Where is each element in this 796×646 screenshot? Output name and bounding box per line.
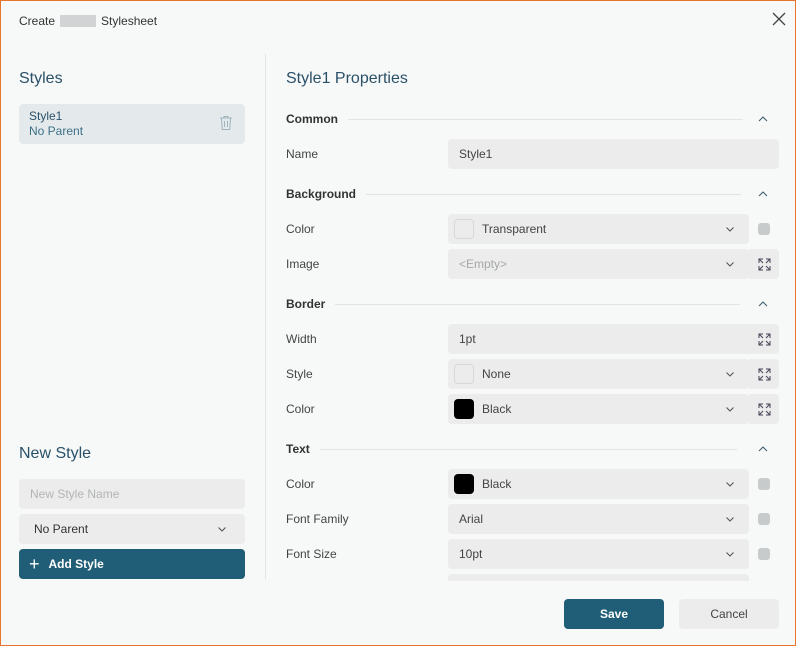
group-background-title: Background [286, 187, 357, 201]
expression-button[interactable] [749, 394, 779, 424]
text-color-value: Black [482, 477, 512, 491]
close-button[interactable] [770, 10, 788, 28]
chevron-down-icon [726, 372, 734, 377]
parent-style-select[interactable]: No Parent [19, 514, 245, 544]
reset-toggle[interactable] [758, 513, 770, 525]
font-size-label: Font Size [286, 547, 337, 561]
close-icon [772, 12, 786, 26]
background-image-value: <Empty> [459, 257, 508, 271]
name-value: Style1 [459, 147, 493, 161]
dialog-title-suffix: Stylesheet [101, 14, 158, 28]
style-item-name: Style1 [29, 109, 63, 123]
new-style-heading: New Style [19, 445, 92, 462]
save-button[interactable]: Save [564, 599, 664, 629]
group-border-title: Border [286, 297, 326, 311]
add-style-label: Add Style [48, 557, 104, 571]
border-color-value: Black [482, 402, 512, 416]
group-text-title: Text [286, 442, 310, 456]
group-divider [366, 193, 742, 195]
group-text-header: Text [286, 439, 779, 459]
chevron-down-icon [726, 262, 734, 267]
background-image-label: Image [286, 257, 320, 271]
font-size-value: 10pt [459, 547, 483, 561]
name-input[interactable]: Style1 [448, 139, 779, 169]
chevron-down-icon [726, 227, 734, 232]
group-divider [335, 303, 741, 305]
add-style-button[interactable]: + Add Style [19, 549, 245, 579]
border-color-label: Color [286, 402, 315, 416]
font-family-label: Font Family [286, 512, 349, 526]
reset-toggle[interactable] [758, 478, 770, 490]
plus-icon: + [29, 554, 40, 574]
chevron-down-icon [726, 482, 734, 487]
chevron-up-icon[interactable] [756, 442, 770, 456]
properties-panel: Style1 Properties Common Name Style1 Bac… [286, 56, 779, 581]
group-common-title: Common [286, 112, 338, 126]
chevron-down-icon [726, 407, 734, 412]
background-image-select[interactable]: <Empty> [448, 249, 749, 279]
styles-heading: Styles [19, 70, 63, 87]
group-divider [319, 448, 737, 450]
expand-icon [758, 368, 770, 380]
parent-select-value: No Parent [34, 522, 89, 536]
color-swatch [454, 399, 474, 419]
color-swatch [454, 474, 474, 494]
background-color-label: Color [286, 222, 315, 236]
dialog-title-prefix: Create [19, 14, 56, 28]
chevron-up-icon[interactable] [756, 297, 770, 311]
styles-panel: Styles Style1 No Parent New Style No Par… [19, 56, 245, 581]
chevron-up-icon[interactable] [756, 112, 770, 126]
style-list-item[interactable]: Style1 No Parent [19, 104, 245, 144]
name-label: Name [286, 147, 319, 161]
chevron-up-icon[interactable] [756, 187, 770, 201]
group-background-header: Background [286, 184, 779, 204]
chevron-down-icon [726, 517, 734, 522]
text-color-select[interactable]: Black [448, 469, 749, 499]
background-color-value: Transparent [482, 222, 547, 236]
expression-button[interactable] [749, 359, 779, 389]
text-color-label: Color [286, 477, 315, 491]
group-border-header: Border [286, 294, 779, 314]
redacted-text [60, 15, 97, 27]
properties-heading: Style1 Properties [286, 70, 408, 87]
border-style-label: Style [286, 367, 313, 381]
expand-icon [758, 258, 770, 270]
expand-icon [758, 403, 770, 415]
border-width-label: Width [286, 332, 317, 346]
expression-button[interactable] [749, 324, 779, 354]
create-stylesheet-dialog: Create Stylesheet Styles Style1 No Paren… [0, 0, 796, 646]
group-common-header: Common [286, 109, 779, 129]
style-item-parent: No Parent [29, 124, 84, 138]
color-swatch [454, 219, 474, 239]
panel-divider [265, 54, 266, 579]
cancel-button[interactable]: Cancel [679, 599, 779, 629]
chevron-down-icon [726, 552, 734, 557]
reset-toggle[interactable] [758, 223, 770, 235]
font-family-select[interactable]: Arial [448, 504, 749, 534]
background-color-select[interactable]: Transparent [448, 214, 749, 244]
chevron-down-icon [218, 527, 226, 532]
expression-button[interactable] [749, 249, 779, 279]
border-width-input[interactable]: 1pt [448, 324, 779, 354]
new-style-name-input[interactable] [19, 479, 245, 509]
reset-toggle[interactable] [758, 548, 770, 560]
expand-icon [758, 333, 770, 345]
font-family-value: Arial [459, 512, 484, 526]
next-property-select[interactable] [448, 574, 749, 581]
group-divider [348, 118, 743, 120]
border-style-value: None [482, 367, 511, 381]
border-style-select[interactable]: None [448, 359, 749, 389]
dialog-title: Create Stylesheet [19, 13, 157, 29]
border-width-value: 1pt [459, 332, 476, 346]
trash-icon[interactable] [219, 115, 233, 131]
font-size-select[interactable]: 10pt [448, 539, 749, 569]
border-color-select[interactable]: Black [448, 394, 749, 424]
style-swatch [454, 364, 474, 384]
